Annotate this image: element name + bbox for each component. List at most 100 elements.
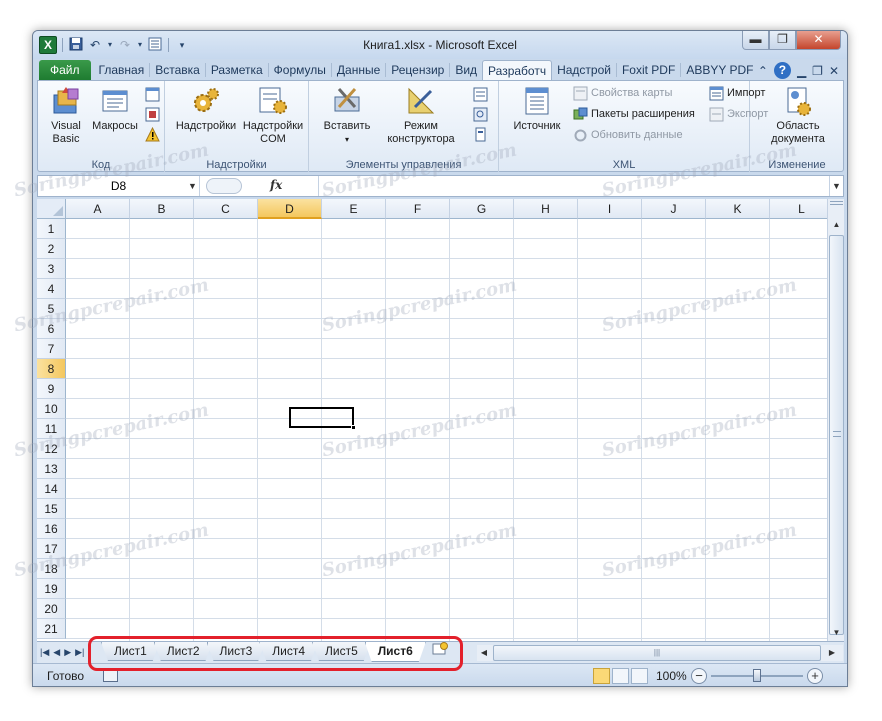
doc-close-icon[interactable]: ✕	[829, 64, 839, 78]
row-header-20[interactable]: 20	[37, 599, 66, 619]
name-box-dropdown-icon[interactable]: ▼	[188, 176, 197, 196]
row-header-3[interactable]: 3	[37, 259, 66, 279]
zoom-slider-thumb[interactable]	[753, 669, 761, 682]
doc-minimize-icon[interactable]: ▁	[797, 64, 806, 78]
minimize-button[interactable]: ▬	[742, 31, 769, 50]
record-macro-button[interactable]	[145, 85, 160, 103]
view-code-button[interactable]	[473, 105, 488, 123]
insert-control-button[interactable]: Вставить ▾	[317, 85, 377, 146]
column-header-i[interactable]: I	[578, 199, 642, 219]
xml-source-button[interactable]: Источник	[507, 85, 567, 133]
vertical-scroll-thumb[interactable]	[829, 235, 844, 635]
doc-restore-icon[interactable]: ❐	[812, 64, 823, 78]
column-header-d[interactable]: D	[258, 199, 322, 219]
tab-formulas[interactable]: Формулы	[269, 60, 331, 81]
macro-security-button[interactable]	[145, 125, 160, 143]
refresh-data-button[interactable]: Обновить данные	[573, 126, 683, 144]
prev-sheet-icon[interactable]: ◀	[53, 644, 60, 660]
row-header-7[interactable]: 7	[37, 339, 66, 359]
formula-input[interactable]	[318, 176, 831, 196]
cell-area[interactable]	[66, 219, 827, 641]
horizontal-scroll-thumb[interactable]: |||	[493, 645, 821, 661]
run-dialog-button[interactable]	[473, 125, 488, 143]
scroll-left-button[interactable]: ◀	[477, 645, 491, 661]
row-header-9[interactable]: 9	[37, 379, 66, 399]
visual-basic-button[interactable]: Visual Basic	[44, 85, 88, 146]
row-header-10[interactable]: 10	[37, 399, 66, 419]
row-header-16[interactable]: 16	[37, 519, 66, 539]
minimize-ribbon-icon[interactable]: ⌃	[758, 64, 768, 78]
maximize-button[interactable]: ❐	[769, 31, 796, 50]
row-header-21[interactable]: 21	[37, 619, 66, 639]
column-header-f[interactable]: F	[386, 199, 450, 219]
split-box[interactable]	[830, 201, 843, 205]
row-header-5[interactable]: 5	[37, 299, 66, 319]
page-layout-view-button[interactable]	[612, 668, 629, 684]
row-header-11[interactable]: 11	[37, 419, 66, 439]
first-sheet-icon[interactable]: |◀	[40, 644, 49, 660]
row-header-4[interactable]: 4	[37, 279, 66, 299]
map-properties-button[interactable]: Свойства карты	[573, 84, 672, 102]
column-header-l[interactable]: L	[770, 199, 827, 219]
addins-button[interactable]: Надстройки	[173, 85, 239, 133]
column-header-j[interactable]: J	[642, 199, 706, 219]
help-icon[interactable]: ?	[773, 62, 791, 79]
active-cell[interactable]	[289, 407, 356, 430]
expand-formula-bar-icon[interactable]: ▼	[829, 176, 843, 196]
row-header-14[interactable]: 14	[37, 479, 66, 499]
design-mode-button[interactable]: Режим конструктора	[381, 85, 461, 146]
tab-file[interactable]: Файл	[39, 60, 91, 81]
row-header-8[interactable]: 8	[37, 359, 66, 379]
column-header-h[interactable]: H	[514, 199, 578, 219]
tab-addins[interactable]: Надстрой	[552, 60, 616, 81]
column-header-k[interactable]: K	[706, 199, 770, 219]
page-break-view-button[interactable]	[631, 668, 648, 684]
scroll-right-button[interactable]: ▶	[825, 645, 839, 661]
column-header-b[interactable]: B	[130, 199, 194, 219]
row-header-1[interactable]: 1	[37, 219, 66, 239]
sheet-tab-6[interactable]: Лист6	[365, 642, 426, 662]
properties-button[interactable]	[473, 85, 488, 103]
row-header-19[interactable]: 19	[37, 579, 66, 599]
macros-button[interactable]: Макросы	[89, 85, 141, 133]
tab-insert[interactable]: Вставка	[150, 60, 205, 81]
zoom-level[interactable]: 100%	[656, 669, 687, 683]
tab-home[interactable]: Главная	[94, 60, 150, 81]
tab-review[interactable]: Рецензир	[386, 60, 449, 81]
vertical-scrollbar[interactable]: ▲ ▼	[827, 199, 844, 641]
column-header-c[interactable]: C	[194, 199, 258, 219]
tab-abbyy-pdf[interactable]: ABBYY PDF	[681, 60, 758, 81]
column-header-a[interactable]: A	[66, 199, 130, 219]
fill-handle[interactable]	[351, 425, 356, 430]
row-header-6[interactable]: 6	[37, 319, 66, 339]
column-header-e[interactable]: E	[322, 199, 386, 219]
next-sheet-icon[interactable]: ▶	[64, 644, 71, 660]
select-all-button[interactable]	[37, 199, 66, 219]
insert-function-icon[interactable]: fx	[270, 178, 282, 192]
com-addins-button[interactable]: Надстройки COM	[239, 85, 307, 146]
scroll-down-button[interactable]: ▼	[829, 625, 844, 641]
normal-view-button[interactable]	[593, 668, 610, 684]
tab-view[interactable]: Вид	[450, 60, 482, 81]
row-header-2[interactable]: 2	[37, 239, 66, 259]
row-header-12[interactable]: 12	[37, 439, 66, 459]
zoom-out-button[interactable]: −	[691, 668, 707, 684]
column-header-g[interactable]: G	[450, 199, 514, 219]
zoom-in-button[interactable]: +	[807, 668, 823, 684]
last-sheet-icon[interactable]: ▶|	[75, 644, 84, 660]
document-panel-button[interactable]: Область документа	[758, 85, 838, 146]
row-header-15[interactable]: 15	[37, 499, 66, 519]
tab-developer[interactable]: Разработч	[482, 60, 553, 81]
formula-bar-collapse-handle[interactable]	[206, 178, 242, 194]
row-header-18[interactable]: 18	[37, 559, 66, 579]
row-header-13[interactable]: 13	[37, 459, 66, 479]
row-header-17[interactable]: 17	[37, 539, 66, 559]
scroll-up-button[interactable]: ▲	[829, 217, 844, 233]
tab-page-layout[interactable]: Разметка	[206, 60, 268, 81]
tab-data[interactable]: Данные	[332, 60, 385, 81]
horizontal-scrollbar[interactable]: ◀ ||| ▶	[477, 645, 843, 661]
macro-record-icon[interactable]	[103, 670, 118, 682]
tab-foxit-pdf[interactable]: Foxit PDF	[617, 60, 680, 81]
expansion-packs-button[interactable]: Пакеты расширения	[573, 105, 695, 123]
name-box[interactable]: D8	[38, 176, 200, 196]
